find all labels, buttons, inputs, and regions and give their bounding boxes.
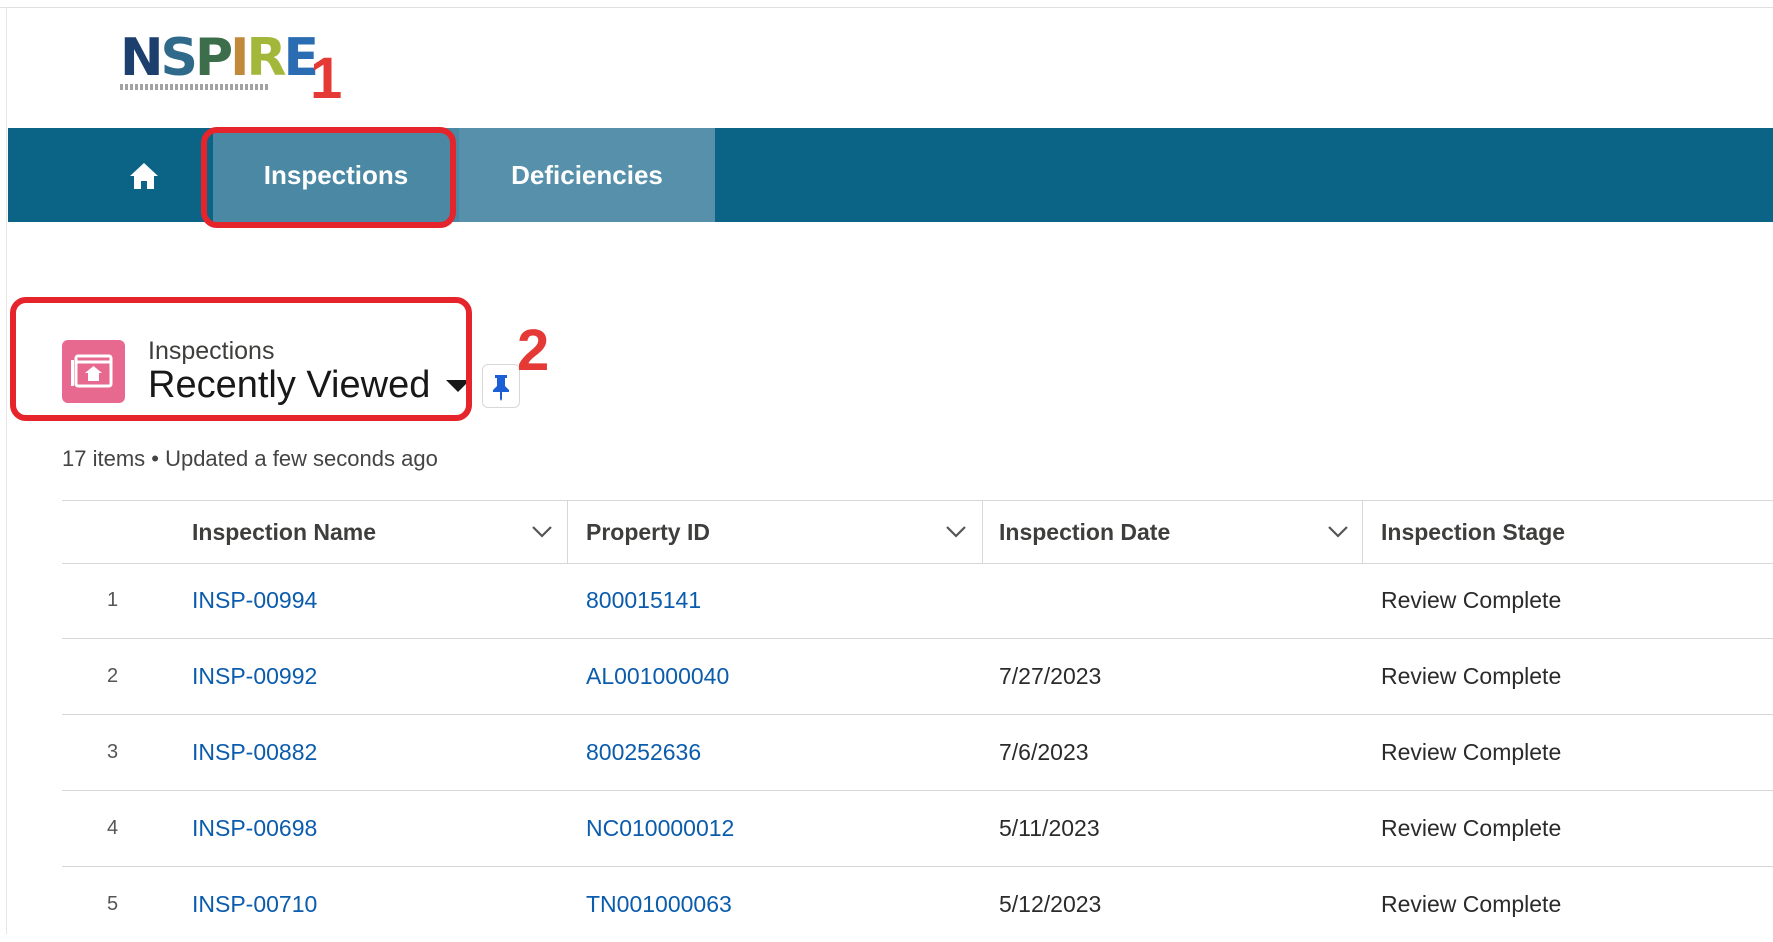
inspection-name-link[interactable]: INSP-00994 [192,563,317,638]
column-header-inspection-name[interactable]: Inspection Name [192,501,562,563]
row-number: 4 [107,817,119,839]
column-header-label: Property ID [586,518,710,545]
logo-letter: S [160,28,198,88]
inspection-name-link[interactable]: INSP-00710 [192,867,317,942]
nspire-logo: NSPIRE [120,28,319,94]
column-divider[interactable] [1362,501,1363,563]
inspection-name-link[interactable]: INSP-00882 [192,715,317,790]
chevron-down-icon[interactable] [1324,517,1352,545]
inspection-stage: Review Complete [1381,815,1562,841]
property-id-link[interactable]: 800015141 [586,563,701,638]
column-header-inspection-date[interactable]: Inspection Date [999,501,1369,563]
column-header-property-id[interactable]: Property ID [586,501,956,563]
logo-wordmark: NSPIRE [120,28,319,88]
callout-box-1 [201,127,456,228]
column-divider[interactable] [567,501,568,563]
inspection-stage: Review Complete [1381,663,1562,689]
inspection-stage: Review Complete [1381,739,1562,765]
table-row: 2 INSP-00992 AL001000040 7/27/2023 Revie… [62,639,1773,715]
inspection-stage: Review Complete [1381,587,1562,613]
row-number: 3 [107,741,119,763]
table-row: 1 INSP-00994 800015141 Review Complete [62,563,1773,639]
property-id-link[interactable]: TN001000063 [586,867,732,942]
logo-letter: R [246,28,286,88]
window-top-border [0,0,1773,8]
inspection-name-link[interactable]: INSP-00698 [192,791,317,866]
table-row: 3 INSP-00882 800252636 7/6/2023 Review C… [62,715,1773,791]
table-header: Inspection Name Property ID Inspection D… [62,500,1773,564]
inspection-date: 5/12/2023 [999,891,1102,917]
logo-letter: I [230,28,249,88]
callout-number-1: 1 [310,46,343,111]
list-status: 17 items • Updated a few seconds ago [62,446,438,471]
column-header-label: Inspection Stage [1381,518,1566,545]
window-left-border [6,7,7,934]
column-header-label: Inspection Name [192,518,377,545]
column-header-inspection-stage[interactable]: Inspection Stage [1381,501,1751,563]
row-number: 2 [107,665,119,687]
inspection-date: 7/6/2023 [999,739,1089,765]
property-id-link[interactable]: 800252636 [586,715,701,790]
inspection-date: 5/11/2023 [999,815,1100,841]
pin-list-view-button[interactable] [482,364,520,408]
row-number: 5 [107,893,119,915]
inspection-date: 7/27/2023 [999,663,1102,689]
table-row: 4 INSP-00698 NC010000012 5/11/2023 Revie… [62,791,1773,867]
inspection-stage: Review Complete [1381,891,1562,917]
callout-number-2: 2 [517,318,550,383]
property-id-link[interactable]: AL001000040 [586,639,729,714]
pin-icon [493,375,509,401]
property-id-link[interactable]: NC010000012 [586,791,734,866]
row-number: 1 [107,589,119,611]
callout-box-2 [10,297,472,421]
inspection-name-link[interactable]: INSP-00992 [192,639,317,714]
tab-deficiencies-label: Deficiencies [511,159,663,190]
tab-deficiencies[interactable]: Deficiencies [459,128,715,222]
column-divider[interactable] [982,501,983,563]
chevron-down-icon[interactable] [942,517,970,545]
chevron-down-icon[interactable] [528,517,556,545]
home-icon[interactable] [128,161,160,191]
column-header-label: Inspection Date [999,518,1171,545]
logo-subtext [120,84,270,90]
logo-letter: N [120,28,163,88]
table-row: 5 INSP-00710 TN001000063 5/12/2023 Revie… [62,867,1773,942]
logo-letter: P [194,28,233,88]
